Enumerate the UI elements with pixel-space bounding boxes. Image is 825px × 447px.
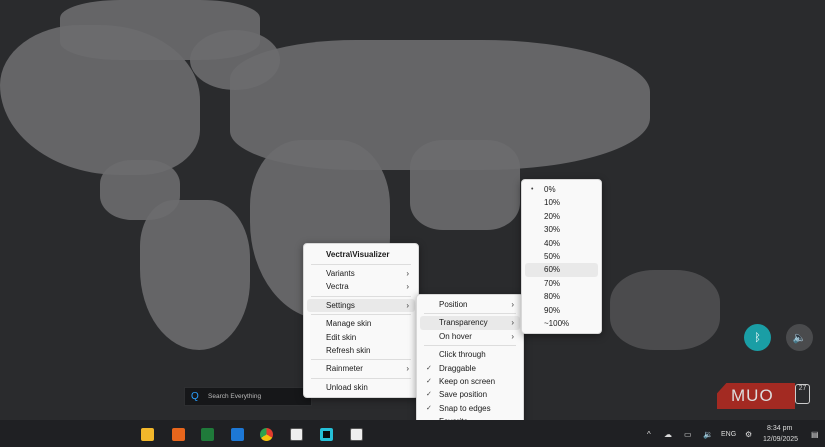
chevron-right-icon: › [511, 331, 514, 341]
label: 80% [544, 292, 561, 302]
bluetooth-icon: ᛒ [754, 331, 761, 344]
label: 20% [544, 211, 561, 221]
transparency-option[interactable]: 90% [525, 304, 598, 317]
menu-item-on-hover[interactable]: On hover › [420, 330, 520, 343]
transparency-option[interactable]: 70% [525, 277, 598, 290]
menu-item-settings[interactable]: Settings › [307, 298, 415, 313]
label: 60% [544, 265, 561, 275]
gear-icon[interactable]: ⚙ [745, 430, 752, 439]
checkmark-icon: ✓ [426, 391, 432, 399]
network-icon[interactable]: ▭ [684, 430, 692, 439]
label: Settings [326, 300, 355, 310]
label: Vectra [326, 282, 349, 292]
label: Keep on screen [439, 376, 496, 386]
chevron-right-icon: › [511, 300, 514, 309]
label: On hover [439, 331, 472, 341]
chevron-right-icon: › [406, 300, 409, 310]
volume-button[interactable]: 🔈 [786, 324, 813, 351]
transparency-option[interactable]: ~100% [525, 317, 598, 330]
chevron-right-icon: › [406, 269, 409, 278]
context-menu: Vectra\Visualizer Variants › Vectra › Sett… [303, 243, 419, 399]
label: 70% [544, 278, 561, 288]
transparency-option[interactable]: 30% [525, 223, 598, 236]
checkmark-icon: ✓ [426, 377, 432, 385]
label: Draggable [439, 363, 476, 373]
dictionary-app-icon[interactable] [231, 428, 244, 441]
label: Edit skin [326, 332, 357, 342]
menu-item-click-through[interactable]: Click through [420, 348, 520, 361]
volume-icon[interactable]: 🔉 [703, 430, 713, 439]
transparency-option[interactable]: 60% [525, 263, 598, 277]
menu-item-keep-on-screen[interactable]: ✓ Keep on screen [420, 375, 520, 388]
label: 40% [544, 238, 561, 248]
search-input[interactable]: Search Everything [208, 393, 261, 400]
chevron-up-icon[interactable]: ^ [647, 430, 651, 439]
menu-item-edit-skin[interactable]: Edit skin [307, 331, 415, 344]
transparency-option[interactable]: 50% [525, 250, 598, 263]
rainmeter-icon[interactable] [320, 428, 333, 441]
transparency-option[interactable]: 80% [525, 290, 598, 303]
chrome-icon[interactable] [260, 428, 273, 441]
language-indicator[interactable]: ENG [721, 431, 736, 438]
menu-item-unload-skin[interactable]: Unload skin [307, 381, 415, 394]
menu-item-save-position[interactable]: ✓ Save position [420, 388, 520, 401]
label: Click through [439, 350, 486, 360]
label: Variants [326, 269, 355, 278]
transparency-submenu: • 0% 10% 20% 30% 40% 50% 60% 70% 80% 90% ~100% [521, 179, 602, 335]
menu-item-refresh-skin[interactable]: Refresh skin [307, 344, 415, 357]
notion-icon[interactable] [350, 428, 363, 441]
transparency-option[interactable]: • 0% [525, 183, 598, 196]
label: 30% [544, 225, 561, 235]
menu-item-variants[interactable]: Variants › [307, 267, 415, 280]
menu-item-draggable[interactable]: ✓ Draggable [420, 362, 520, 375]
search-icon: Q [191, 391, 199, 402]
search-widget[interactable]: Q Search Everything [184, 387, 312, 406]
menu-item-manage-skin[interactable]: Manage skin [307, 317, 415, 330]
transparency-option[interactable]: 20% [525, 210, 598, 223]
bluetooth-button[interactable]: ᛒ [744, 324, 771, 351]
clock-date[interactable]: 12/09/2025 [763, 436, 798, 443]
label: Unload skin [326, 382, 368, 392]
chevron-right-icon: › [406, 282, 409, 292]
label: Position [439, 300, 468, 309]
file-explorer-icon[interactable] [141, 428, 154, 441]
label: 50% [544, 251, 561, 261]
chevron-right-icon: › [406, 364, 409, 374]
label: Refresh skin [326, 345, 371, 355]
badge-icon: 27 [795, 384, 810, 404]
menu-item-position[interactable]: Position › [420, 298, 520, 311]
spreadsheet-app-icon[interactable] [201, 428, 214, 441]
speaker-icon: 🔈 [792, 332, 807, 344]
notification-icon[interactable]: ▤ [811, 430, 819, 439]
label: Manage skin [326, 319, 372, 329]
menu-title: Vectra\Visualizer [326, 250, 390, 259]
label: 10% [544, 198, 561, 208]
clock-time[interactable]: 8:34 pm [767, 425, 792, 432]
checkmark-icon: ✓ [426, 364, 432, 372]
label: Rainmeter [326, 364, 363, 374]
foxit-icon[interactable] [172, 428, 185, 441]
label: 0% [544, 185, 556, 194]
taskbar: ^ ☁ ▭ 🔉 ENG ⚙ 8:34 pm 12/09/2025 ▤ [0, 420, 825, 447]
checkmark-icon: ✓ [426, 404, 432, 412]
notion-icon[interactable] [290, 428, 303, 441]
menu-item-snap-to-edges[interactable]: ✓ Snap to edges [420, 402, 520, 415]
chevron-right-icon: › [511, 318, 514, 328]
transparency-option[interactable]: 40% [525, 237, 598, 250]
bullet-icon: • [531, 186, 534, 193]
menu-item-vectra[interactable]: Vectra › [307, 280, 415, 293]
menu-item-rainmeter[interactable]: Rainmeter › [307, 362, 415, 375]
label: Save position [439, 390, 488, 400]
label: 90% [544, 305, 561, 315]
label: ~100% [544, 318, 570, 328]
label: Transparency [439, 318, 488, 328]
logo-muo: MUO [717, 383, 795, 409]
onedrive-icon[interactable]: ☁ [664, 430, 672, 439]
label: Snap to edges [439, 403, 491, 413]
menu-item-transparency[interactable]: Transparency › [420, 316, 520, 330]
transparency-option[interactable]: 10% [525, 196, 598, 209]
settings-submenu: Position › Transparency › On hover › Click … [416, 294, 524, 433]
